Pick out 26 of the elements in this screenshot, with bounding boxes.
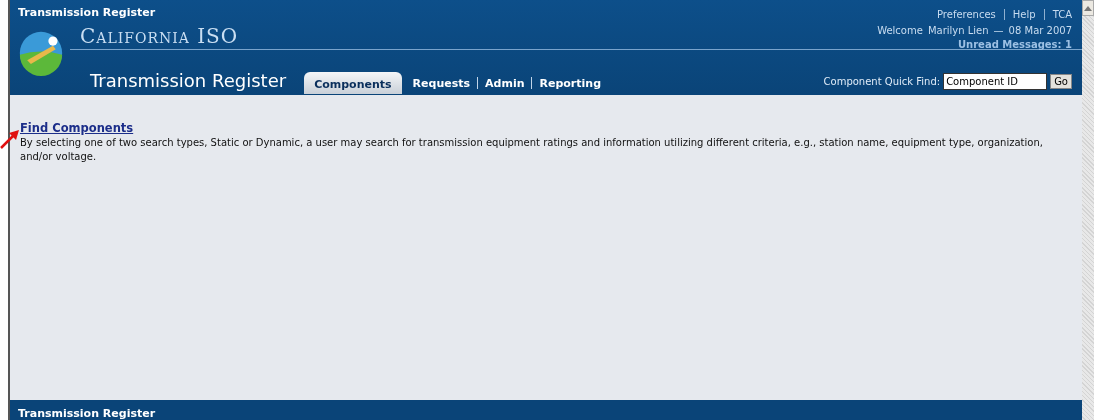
product-title: Transmission Register <box>90 70 287 91</box>
footer-title: Transmission Register <box>18 407 156 420</box>
date-text: 08 Mar 2007 <box>1008 25 1072 36</box>
quick-find-label: Component Quick Find: <box>823 76 941 87</box>
header-link[interactable]: Preferences <box>937 8 996 20</box>
quick-find-field[interactable]: Component ID <box>943 73 1048 90</box>
annotation-arrow <box>0 129 20 149</box>
header-link[interactable]: Help <box>1012 8 1036 20</box>
header-link[interactable]: TCA <box>1052 8 1072 20</box>
scroll-up-button[interactable] <box>1082 0 1094 16</box>
up-arrow-icon <box>1084 5 1092 11</box>
user-name: Marilyn Lien <box>927 25 989 36</box>
app-title: Transmission Register <box>18 6 156 21</box>
description-text: By selecting one of two search types, Static or Dynamic, a user may search for transmission equipment ratings and information utilizing different criteria, e.g., station name, equipment type, organization, and/or voltage. <box>20 136 1044 164</box>
nav-tab[interactable]: Components <box>304 72 402 94</box>
nav-tab[interactable]: Reporting <box>532 72 608 94</box>
logo-icon <box>18 30 64 76</box>
separator-dash: — <box>993 25 1004 36</box>
nav-tab[interactable]: Requests <box>405 72 478 94</box>
welcome-label: Welcome <box>877 25 923 36</box>
organization-name: California ISO <box>80 24 239 48</box>
scrollbar[interactable] <box>1082 0 1094 420</box>
find-components-link[interactable]: Find Components <box>20 121 134 135</box>
nav-tab[interactable]: Admin <box>478 72 532 94</box>
unread-messages: Unread Messages: 1 <box>957 39 1072 50</box>
go-button[interactable]: Go <box>1050 74 1072 89</box>
